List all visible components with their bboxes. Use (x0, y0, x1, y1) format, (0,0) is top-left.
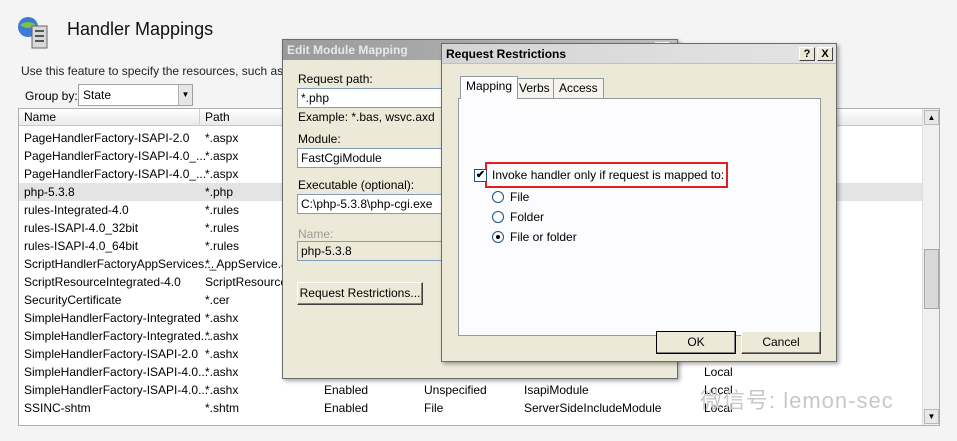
groupby-value: State (83, 88, 112, 102)
page-title: Handler Mappings (67, 19, 214, 39)
cancel-button[interactable]: Cancel (741, 331, 821, 354)
radio-folder[interactable] (492, 211, 504, 223)
module-label: Module: (298, 132, 341, 146)
request-path-example: Example: *.bas, wsvc.axd (298, 110, 435, 124)
name-cell: PageHandlerFactory-ISAPI-4.0_... (24, 167, 207, 181)
name-cell: rules-Integrated-4.0 (24, 203, 129, 217)
name-cell: SecurityCertificate (24, 293, 122, 307)
path-cell: *.rules (205, 221, 240, 235)
radio-file-label: File (510, 190, 530, 204)
path-cell: ScriptResource. (205, 275, 291, 289)
groupby-label: Group by: (25, 89, 78, 103)
name-cell: ScriptHandlerFactoryAppServices... (24, 257, 215, 271)
name-cell: rules-ISAPI-4.0_32bit (24, 221, 139, 235)
handler-cell: Local (704, 365, 733, 379)
request-path-label: Request path: (298, 72, 373, 86)
name-cell: ScriptResourceIntegrated-4.0 (24, 275, 181, 289)
tab-access[interactable]: Access (553, 78, 604, 98)
name-cell: SimpleHandlerFactory-Integrated (24, 311, 201, 325)
column-header-path[interactable]: Path (205, 110, 230, 124)
path-cell: *.ashx (205, 365, 239, 379)
handler-mappings-icon (16, 14, 50, 50)
request-path-input[interactable]: *.php (297, 88, 447, 108)
mapping-tab-panel: ✔ Invoke handler only if request is mapp… (458, 98, 821, 336)
invoke-checkbox-label: Invoke handler only if request is mapped… (492, 168, 725, 182)
column-header-name[interactable]: Name (24, 110, 56, 124)
tab-mapping[interactable]: Mapping (460, 76, 519, 99)
chevron-down-icon[interactable]: ▼ (178, 85, 192, 105)
executable-input[interactable]: C:\php-5.3.8\php-cgi.exe (297, 194, 447, 214)
path-cell: *_AppService.a (205, 257, 288, 271)
groupby-select[interactable]: State ▼ (78, 84, 193, 106)
path-cell: *.ashx (205, 383, 239, 397)
help-icon[interactable]: ? (799, 47, 815, 61)
path-cell: *.ashx (205, 347, 239, 361)
path-cell: *.ashx (205, 311, 239, 325)
name-cell: SSINC-shtm (24, 401, 91, 415)
radio-file-or-folder-label: File or folder (510, 230, 577, 244)
request-restrictions-dialog: Request Restrictions ? X Mapping Verbs A… (441, 43, 837, 362)
name-input: php-5.3.8 (297, 241, 447, 261)
path-cell: *.rules (205, 239, 240, 253)
state-cell: Enabled (324, 401, 369, 415)
name-cell: rules-ISAPI-4.0_64bit (24, 239, 139, 253)
name-cell: PageHandlerFactory-ISAPI-2.0 (24, 131, 190, 145)
path-cell: *.ashx (205, 329, 239, 343)
radio-file[interactable] (492, 191, 504, 203)
state-cell: Enabled (324, 383, 369, 397)
name-cell: PageHandlerFactory-ISAPI-4.0_... (24, 149, 207, 163)
name-cell: SimpleHandlerFactory-ISAPI-4.0... (24, 365, 209, 379)
invoke-checkbox[interactable]: ✔ (474, 169, 487, 182)
ok-button[interactable]: OK (656, 331, 736, 354)
executable-label: Executable (optional): (298, 178, 415, 192)
path-cell: *.php (205, 185, 234, 199)
handler-cell: ServerSideIncludeModule (524, 401, 662, 415)
path-cell: *.aspx (205, 131, 239, 145)
scroll-thumb[interactable] (924, 249, 939, 309)
vertical-scrollbar[interactable]: ▲ ▼ (922, 109, 939, 425)
path-cell: *.cer (205, 293, 230, 307)
tab-verbs[interactable]: Verbs (513, 78, 556, 98)
radio-file-or-folder[interactable] (492, 231, 504, 243)
path-cell: *.aspx (205, 167, 239, 181)
scroll-up-icon[interactable]: ▲ (924, 110, 939, 125)
dialog-title: Request Restrictions (442, 44, 836, 64)
close-icon[interactable]: X (817, 47, 833, 61)
path-type-cell: Unspecified (424, 383, 487, 397)
path-cell: *.rules (205, 203, 240, 217)
path-type-cell: File (424, 401, 444, 415)
handler-cell: IsapiModule (524, 383, 589, 397)
page-description: Use this feature to specify the resource… (21, 64, 315, 78)
path-cell: *.shtm (205, 401, 240, 415)
name-cell: SimpleHandlerFactory-ISAPI-4.0... (24, 383, 209, 397)
name-cell: php-5.3.8 (24, 185, 75, 199)
name-cell: SimpleHandlerFactory-ISAPI-2.0 (24, 347, 199, 361)
scroll-down-icon[interactable]: ▼ (924, 409, 939, 424)
request-restrictions-button[interactable]: Request Restrictions... (297, 282, 423, 305)
name-cell: SimpleHandlerFactory-Integrated... (24, 329, 211, 343)
radio-folder-label: Folder (510, 210, 545, 224)
watermark-text: 微信号: lemon-sec (700, 388, 894, 413)
name-label: Name: (298, 227, 334, 241)
path-cell: *.aspx (205, 149, 239, 163)
module-input[interactable]: FastCgiModule (297, 148, 447, 168)
